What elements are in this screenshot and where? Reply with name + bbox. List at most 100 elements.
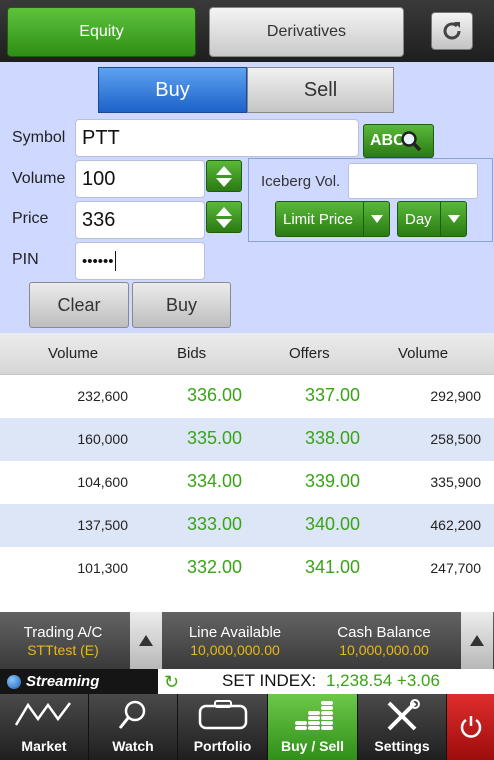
iceberg-label: Iceberg Vol. bbox=[261, 173, 341, 190]
power-icon bbox=[460, 716, 481, 738]
offer-price[interactable]: 337.00 bbox=[305, 385, 360, 406]
cash-expand-button[interactable] bbox=[461, 612, 493, 669]
index-ticker: Streaming ↻ SET INDEX: 1,238.54 +3.06 bbox=[0, 669, 494, 694]
price-label: Price bbox=[12, 210, 49, 227]
symbol-input[interactable]: PTT bbox=[75, 119, 359, 157]
chevron-up-icon bbox=[139, 635, 153, 646]
magnifier-icon bbox=[400, 131, 421, 152]
nav-label: Portfolio bbox=[193, 738, 252, 754]
nav-watch[interactable]: Watch bbox=[89, 694, 178, 760]
symbol-label: Symbol bbox=[12, 129, 66, 146]
streaming-logo: Streaming bbox=[0, 669, 158, 694]
nav-label: Watch bbox=[112, 738, 154, 754]
nav-settings[interactable]: Settings bbox=[358, 694, 447, 760]
table-row[interactable]: 104,600 334.00 339.00 335,900 bbox=[0, 461, 494, 504]
tools-icon bbox=[387, 699, 420, 731]
submit-buy-button[interactable]: Buy bbox=[132, 282, 231, 328]
nav-buy-sell[interactable]: Buy / Sell bbox=[268, 694, 358, 760]
offer-volume: 462,200 bbox=[430, 517, 481, 533]
bid-price[interactable]: 332.00 bbox=[187, 557, 242, 578]
refresh-button[interactable] bbox=[431, 12, 473, 50]
bid-volume: 137,500 bbox=[77, 517, 128, 533]
symbol-lookup-button[interactable]: ABC bbox=[363, 124, 434, 158]
line-available-label: Line Available bbox=[188, 624, 282, 641]
nav-label: Settings bbox=[374, 738, 430, 754]
pin-label: PIN bbox=[12, 251, 39, 268]
chevron-up-icon bbox=[470, 635, 484, 646]
clear-button[interactable]: Clear bbox=[29, 282, 129, 328]
account-expand-button[interactable] bbox=[130, 612, 162, 669]
price-type-dropdown[interactable]: Limit Price bbox=[275, 201, 390, 237]
cash-balance-label: Cash Balance bbox=[337, 624, 431, 641]
price-input[interactable]: 336 bbox=[75, 201, 205, 239]
bid-volume: 101,300 bbox=[77, 560, 128, 576]
bid-volume: 104,600 bbox=[77, 474, 128, 490]
power-button[interactable] bbox=[447, 694, 494, 760]
column-header: Volume bbox=[48, 345, 99, 362]
bid-price[interactable]: 336.00 bbox=[187, 385, 242, 406]
iceberg-input[interactable] bbox=[348, 163, 478, 199]
nav-portfolio[interactable]: Portfolio bbox=[178, 694, 268, 760]
depth-table-header: Volume Bids Offers Volume bbox=[0, 333, 494, 375]
bid-price[interactable]: 335.00 bbox=[187, 428, 242, 449]
chevron-down-icon bbox=[363, 202, 389, 236]
column-header: Volume bbox=[398, 345, 449, 362]
market-chart-icon bbox=[14, 702, 71, 726]
volume-input[interactable]: 100 bbox=[75, 160, 205, 198]
index-label: SET INDEX: bbox=[222, 671, 317, 690]
trading-account-value: STTtest (E) bbox=[27, 642, 99, 658]
refresh-icon bbox=[443, 22, 461, 40]
offer-volume: 292,900 bbox=[430, 388, 481, 404]
bid-price[interactable]: 334.00 bbox=[187, 471, 242, 492]
table-row[interactable]: 160,000 335.00 338.00 258,500 bbox=[0, 418, 494, 461]
magnifier-icon bbox=[118, 700, 146, 729]
table-row[interactable]: 137,500 333.00 340.00 462,200 bbox=[0, 504, 494, 547]
globe-icon bbox=[7, 675, 21, 689]
column-header: Bids bbox=[177, 345, 207, 362]
offer-price[interactable]: 341.00 bbox=[305, 557, 360, 578]
equity-tab[interactable]: Equity bbox=[7, 7, 196, 57]
nav-label: Buy / Sell bbox=[280, 738, 345, 754]
validity-value: Day bbox=[405, 210, 432, 228]
increment-icon bbox=[216, 206, 232, 216]
decrement-icon bbox=[216, 218, 232, 228]
nav-market[interactable]: Market bbox=[0, 694, 89, 760]
table-row[interactable]: 101,300 332.00 341.00 247,700 bbox=[0, 547, 494, 590]
bid-price[interactable]: 333.00 bbox=[187, 514, 242, 535]
offer-price[interactable]: 339.00 bbox=[305, 471, 360, 492]
offer-price[interactable]: 338.00 bbox=[305, 428, 360, 449]
account-bar: Trading A/C STTtest (E) Line Available 1… bbox=[0, 612, 494, 669]
text-cursor bbox=[114, 251, 116, 271]
bid-volume: 232,600 bbox=[77, 388, 128, 404]
sell-tab[interactable]: Sell bbox=[247, 67, 394, 113]
index-value: 1,238.54 +3.06 bbox=[326, 671, 440, 690]
bid-volume: 160,000 bbox=[77, 431, 128, 447]
table-row[interactable]: 232,600 336.00 337.00 292,900 bbox=[0, 375, 494, 418]
trading-account-label: Trading A/C bbox=[23, 624, 103, 641]
offer-price[interactable]: 340.00 bbox=[305, 514, 360, 535]
price-type-value: Limit Price bbox=[283, 210, 354, 228]
offer-volume: 247,700 bbox=[430, 560, 481, 576]
pin-input[interactable]: •••••• bbox=[75, 242, 205, 280]
buy-tab[interactable]: Buy bbox=[98, 67, 247, 113]
derivatives-tab[interactable]: Derivatives bbox=[209, 7, 404, 57]
sync-icon: ↻ bbox=[164, 672, 180, 692]
top-bar: Equity Derivatives bbox=[0, 0, 494, 62]
volume-label: Volume bbox=[12, 170, 66, 187]
line-available-value: 10,000,000.00 bbox=[190, 642, 280, 658]
price-stepper[interactable] bbox=[206, 201, 242, 233]
order-form: Buy Sell Symbol PTT ABC Volume 100 Price… bbox=[0, 62, 494, 333]
volume-stepper[interactable] bbox=[206, 160, 242, 192]
briefcase-icon bbox=[198, 700, 247, 730]
chevron-down-icon bbox=[440, 202, 466, 236]
column-header: Offers bbox=[289, 345, 330, 362]
nav-label: Market bbox=[21, 738, 67, 754]
validity-dropdown[interactable]: Day bbox=[397, 201, 467, 237]
offer-volume: 335,900 bbox=[430, 474, 481, 490]
increment-icon bbox=[216, 165, 232, 175]
pin-value: •••••• bbox=[82, 252, 114, 270]
coins-icon bbox=[294, 701, 333, 730]
bottom-nav: Market Watch Portfolio Buy / Sell Settin… bbox=[0, 694, 494, 760]
offer-volume: 258,500 bbox=[430, 431, 481, 447]
decrement-icon bbox=[216, 177, 232, 187]
